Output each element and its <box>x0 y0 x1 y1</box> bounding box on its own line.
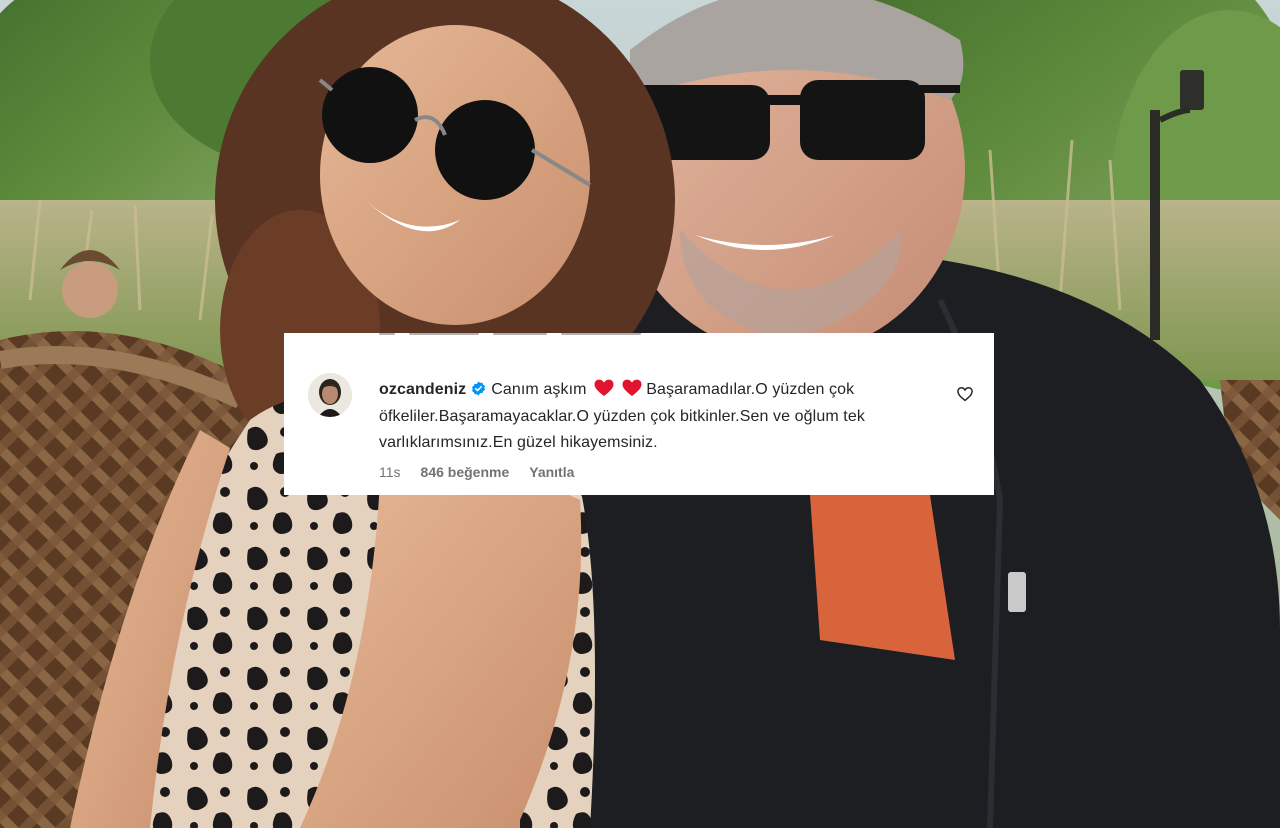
avatar-portrait-icon <box>308 373 352 417</box>
comment-body-part1: Canım aşkım <box>491 381 587 398</box>
comment-timestamp: 11s <box>379 464 401 480</box>
heart-outline-icon[interactable] <box>956 385 974 403</box>
red-heart-emoji-icon <box>622 379 642 396</box>
previous-comment-meta-cropped <box>379 333 641 340</box>
avatar[interactable] <box>308 373 352 417</box>
comment-like-count[interactable]: 846 beğenme <box>421 464 510 480</box>
verified-badge-icon <box>472 381 486 396</box>
comment-meta-row: 11s 846 beğenme Yanıtla <box>379 464 574 480</box>
comment-username[interactable]: ozcandeniz <box>379 381 466 398</box>
instagram-comment-card: ozcandeniz Canım aşkım Başaramadılar.O yü… <box>284 333 994 495</box>
reply-button[interactable]: Yanıtla <box>529 464 574 480</box>
comment-text: ozcandeniz Canım aşkım Başaramadılar.O yü… <box>379 377 939 457</box>
red-heart-emoji-icon <box>594 379 614 396</box>
